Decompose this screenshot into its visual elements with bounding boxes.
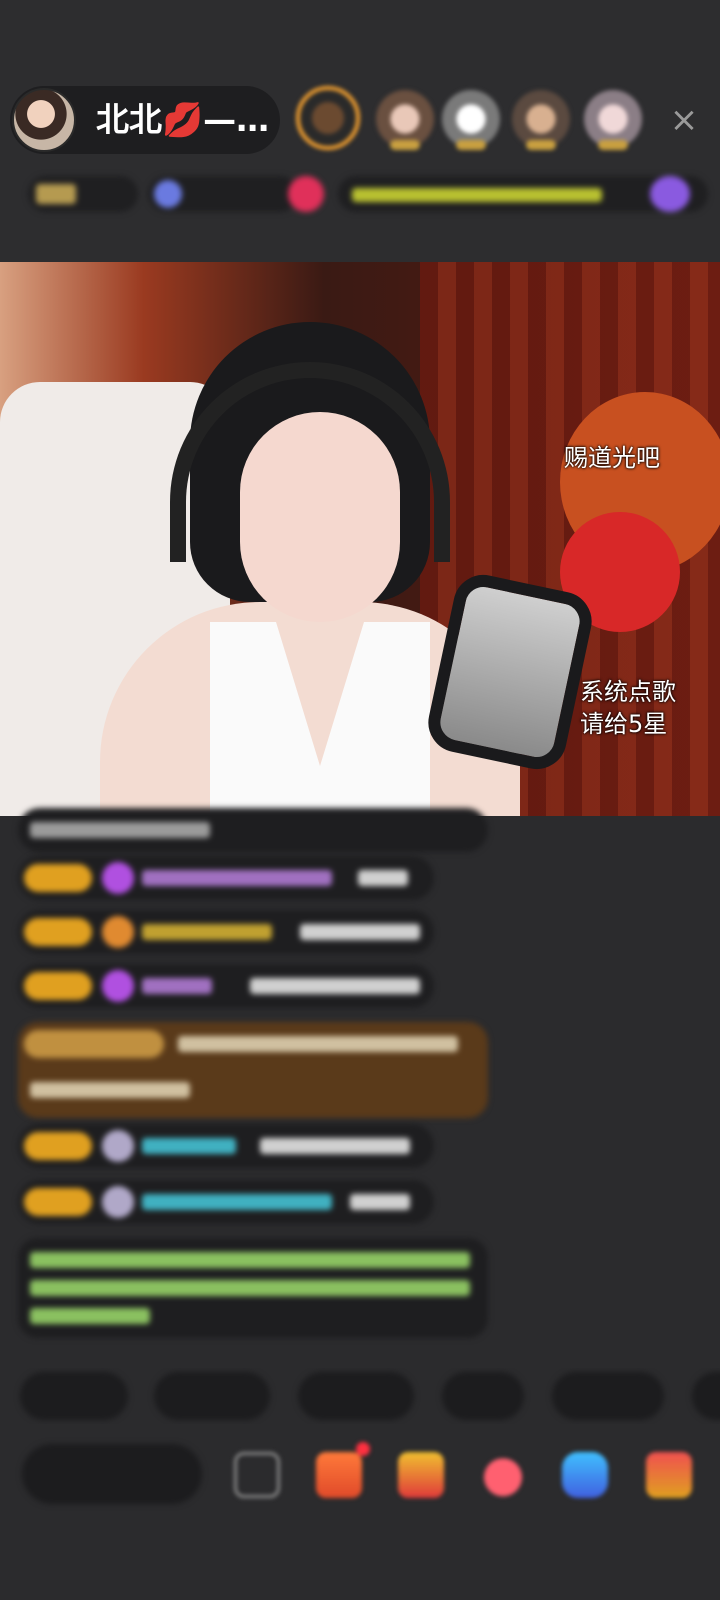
level-badge <box>24 1030 164 1058</box>
quick-reply-chip[interactable] <box>692 1372 720 1420</box>
chat-input[interactable] <box>22 1444 202 1504</box>
activity-icon[interactable] <box>650 176 690 212</box>
username[interactable] <box>142 924 272 940</box>
overlay-text-light: 赐道光吧 <box>564 444 660 472</box>
username[interactable] <box>142 978 212 994</box>
level-badge <box>24 864 92 892</box>
quick-reply-chip[interactable] <box>552 1372 664 1420</box>
avatar-icon <box>102 1186 134 1218</box>
diamond-icon <box>102 970 134 1002</box>
system-notice <box>18 1238 488 1338</box>
overlay-text-song: 系统点歌 请给5星 <box>580 676 676 740</box>
level-badge <box>24 918 92 946</box>
chat-message <box>18 964 434 1008</box>
badge-icon <box>102 916 134 948</box>
hot-badge-icon[interactable] <box>288 176 324 212</box>
top-bar: 北北💋—… × <box>0 0 720 262</box>
chat-message <box>18 856 434 900</box>
gift-icon[interactable] <box>646 1452 692 1498</box>
treasure-icon[interactable] <box>398 1452 444 1498</box>
level-badge <box>24 1132 92 1160</box>
quick-reply-row <box>0 1368 720 1424</box>
host-avatar[interactable] <box>12 88 76 152</box>
chat-message <box>18 1124 434 1168</box>
rank-chip[interactable] <box>28 176 138 212</box>
overlay-song-line1: 系统点歌 <box>580 678 676 706</box>
overlay-song-line2: 请给5星 <box>580 710 668 738</box>
level-badge <box>24 972 92 1000</box>
top-viewer-avatar-4[interactable] <box>512 90 570 150</box>
notification-dot <box>356 1442 370 1456</box>
bottom-action-bar <box>0 1440 720 1520</box>
live-video-stream[interactable]: 赐道光吧 系统点歌 请给5星 <box>0 262 720 816</box>
chat-message <box>18 808 488 852</box>
emoji-icon[interactable] <box>234 1452 280 1498</box>
host-info-pill[interactable]: 北北💋—… <box>10 86 280 154</box>
quick-reply-chip[interactable] <box>154 1372 270 1420</box>
game-controller-icon[interactable] <box>562 1452 608 1498</box>
chat-message-highlight <box>18 1022 488 1118</box>
chat-message <box>18 1180 434 1224</box>
status-chip-row <box>20 172 708 216</box>
quick-reply-chip[interactable] <box>20 1372 128 1420</box>
username[interactable] <box>142 1194 332 1210</box>
top-viewer-avatar-2[interactable] <box>376 90 434 150</box>
host-name: 北北💋—… <box>96 100 270 139</box>
top-viewer-avatar-5[interactable] <box>584 90 642 150</box>
viewer-rank-tag <box>456 140 486 150</box>
chat-feed[interactable] <box>0 808 720 1356</box>
chat-message <box>18 910 434 954</box>
close-icon[interactable]: × <box>664 100 704 140</box>
top-viewer-avatar-1[interactable] <box>296 86 360 150</box>
gift-box-icon[interactable] <box>316 1442 370 1498</box>
diamond-icon <box>102 862 134 894</box>
level-badge <box>24 1188 92 1216</box>
quick-reply-chip[interactable] <box>298 1372 414 1420</box>
popularity-chip[interactable] <box>148 176 298 212</box>
username[interactable] <box>142 870 332 886</box>
viewer-rank-tag <box>526 140 556 150</box>
avatar-icon <box>102 1130 134 1162</box>
quick-reply-chip[interactable] <box>442 1372 524 1420</box>
username[interactable] <box>142 1138 236 1154</box>
top-viewer-avatar-3[interactable] <box>442 90 500 150</box>
heart-icon[interactable] <box>480 1452 526 1498</box>
viewer-rank-tag <box>598 140 628 150</box>
viewer-rank-tag <box>390 140 420 150</box>
